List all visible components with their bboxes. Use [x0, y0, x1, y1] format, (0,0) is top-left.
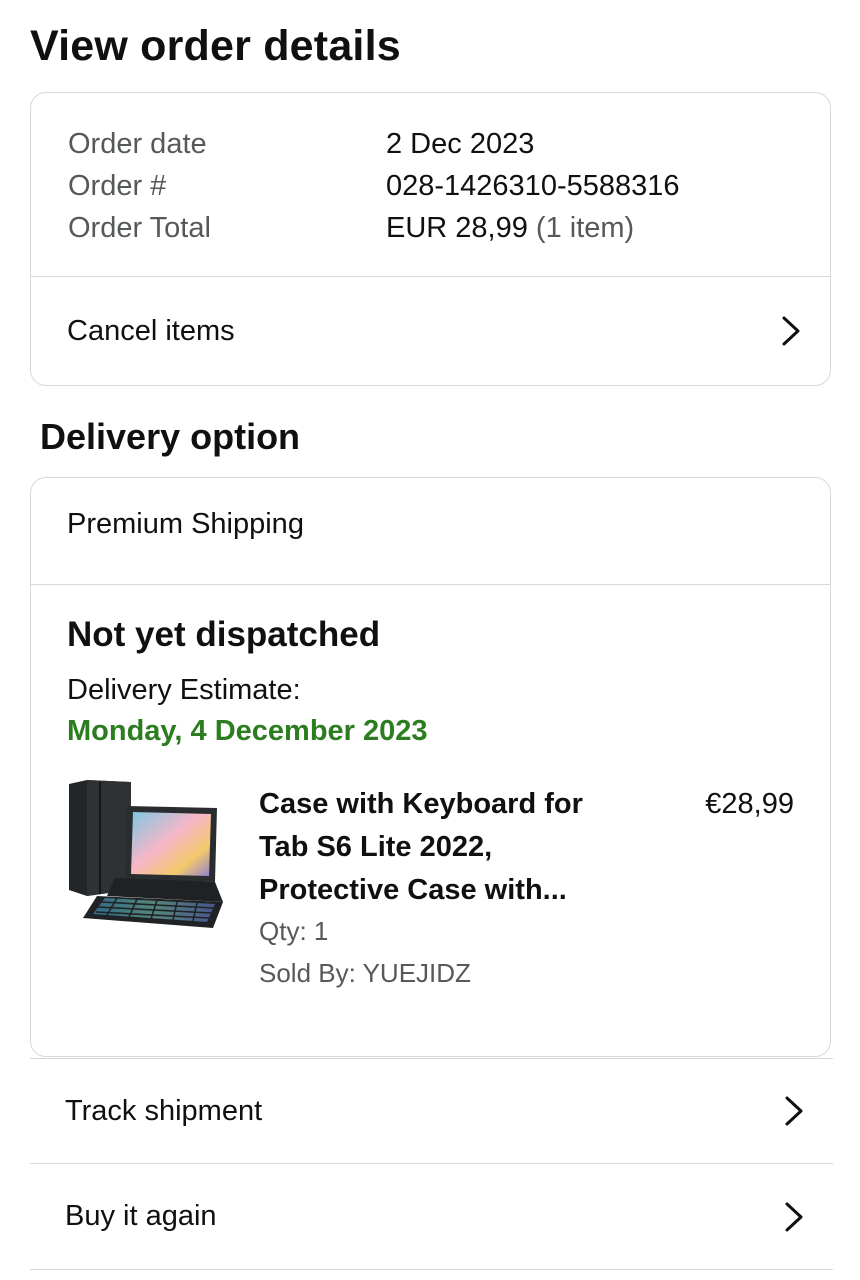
delivery-section-title: Delivery option — [40, 416, 301, 457]
track-shipment-link[interactable]: Track shipment — [30, 1058, 833, 1164]
order-summary-grid: Order date 2 Dec 2023 Order # 028-142631… — [68, 123, 680, 249]
product-quantity: Qty: 1 — [259, 916, 329, 946]
order-total-label: Order Total — [68, 211, 211, 244]
chevron-right-icon — [783, 1095, 805, 1127]
chevron-right-icon — [780, 315, 802, 347]
shipment-status: Not yet dispatched — [67, 615, 381, 654]
order-number-value: 028-1426310-5588316 — [386, 169, 680, 202]
order-number-row: Order # 028-1426310-5588316 — [68, 165, 680, 207]
order-date-label: Order date — [68, 127, 207, 160]
order-date-row: Order date 2 Dec 2023 — [68, 123, 680, 165]
delivery-divider — [31, 584, 830, 585]
delivery-card: Premium Shipping Not yet dispatched Deli… — [30, 477, 831, 1057]
order-summary-card: Order date 2 Dec 2023 Order # 028-142631… — [30, 92, 831, 386]
page-title: View order details — [30, 22, 401, 70]
order-number-label: Order # — [68, 169, 167, 202]
order-item-count: (1 item) — [535, 211, 635, 244]
track-shipment-label: Track shipment — [65, 1094, 263, 1127]
delivery-estimate-date: Monday, 4 December 2023 — [67, 715, 428, 747]
cancel-items-label: Cancel items — [67, 314, 235, 347]
buy-it-again-label: Buy it again — [65, 1200, 217, 1232]
product-title[interactable]: Case with Keyboard for Tab S6 Lite 2022,… — [259, 783, 619, 912]
order-date-value: 2 Dec 2023 — [386, 127, 535, 160]
delivery-estimate-label: Delivery Estimate: — [67, 674, 301, 706]
product-price: €28,99 — [705, 788, 794, 820]
cancel-items-link[interactable]: Cancel items — [31, 277, 830, 385]
buy-it-again-link[interactable]: Buy it again — [30, 1164, 833, 1270]
chevron-right-icon — [783, 1201, 805, 1233]
product-seller: Sold By: YUEJIDZ — [259, 958, 471, 988]
shipping-method: Premium Shipping — [67, 508, 304, 540]
tablet-keyboard-case-image[interactable] — [67, 778, 227, 938]
order-total-amount: EUR 28,99 — [386, 211, 528, 244]
order-total-value: EUR 28,99 (1 item) — [386, 212, 634, 245]
order-total-row: Order Total EUR 28,99 (1 item) — [68, 207, 680, 249]
